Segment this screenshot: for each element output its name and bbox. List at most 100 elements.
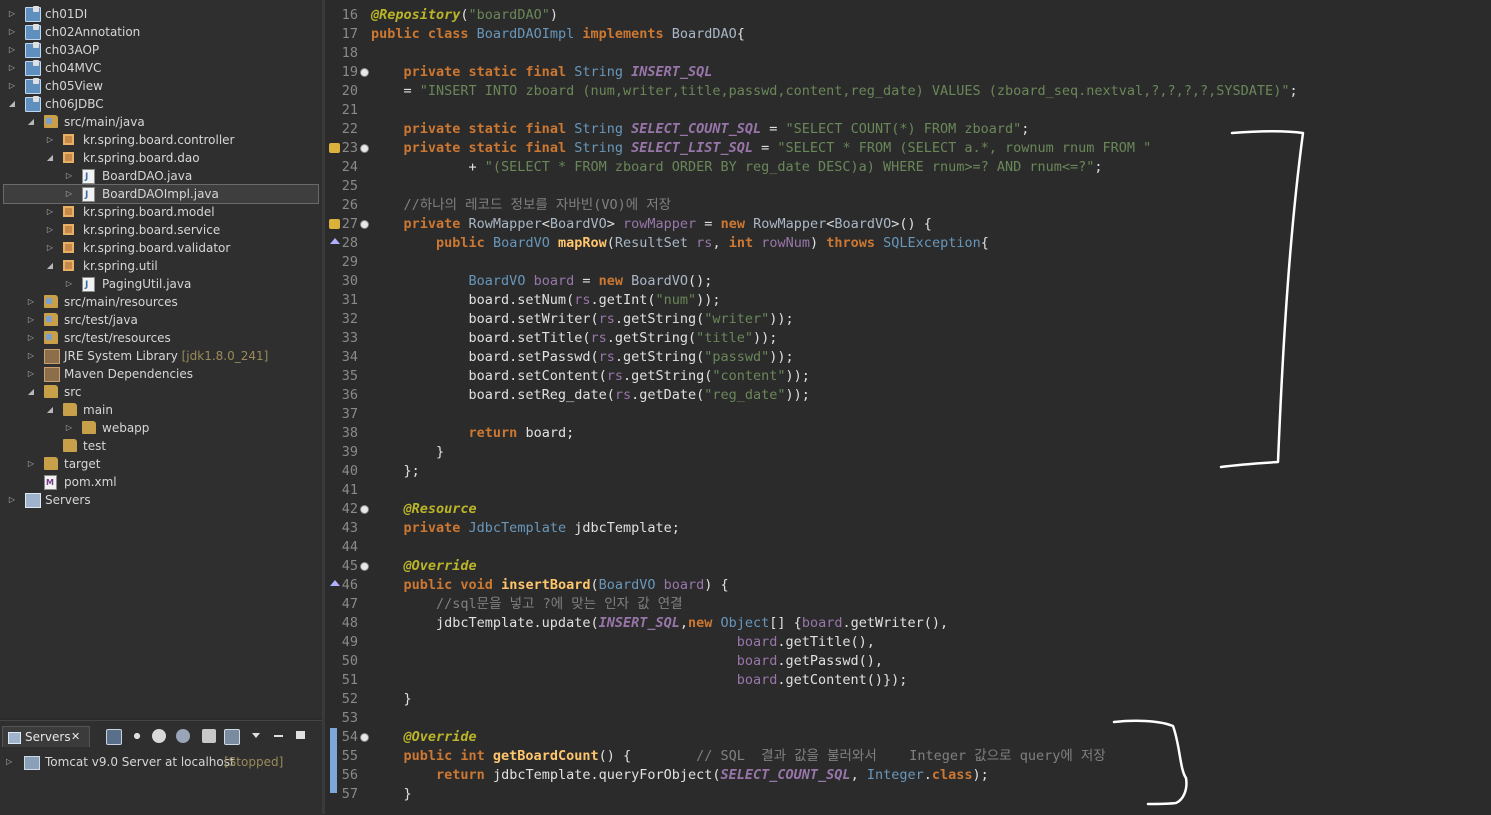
- servers-tab[interactable]: Servers ✕: [2, 726, 90, 747]
- close-icon[interactable]: ✕: [71, 727, 80, 747]
- code-line[interactable]: //sql문을 넣고 ?에 맞는 인자 값 연결: [371, 595, 683, 614]
- tree-item[interactable]: ▷ BoardDAOImpl.java: [3, 184, 319, 204]
- tree-item[interactable]: test: [0, 437, 322, 455]
- collapse-arrow-icon[interactable]: ◢: [44, 401, 56, 419]
- expand-arrow-icon[interactable]: ▷: [63, 185, 75, 203]
- code-line[interactable]: //하나의 레코드 정보를 자바빈(VO)에 저장: [371, 196, 672, 215]
- tree-item[interactable]: ▷ kr.spring.board.service: [0, 221, 322, 239]
- code-line[interactable]: private static final String SELECT_COUNT…: [371, 120, 1030, 139]
- expand-arrow-icon[interactable]: ▷: [6, 753, 12, 771]
- expand-arrow-icon[interactable]: ▷: [25, 347, 37, 365]
- tree-item[interactable]: ▷ BoardDAO.java: [0, 167, 322, 186]
- expand-arrow-icon[interactable]: ▷: [63, 419, 75, 437]
- tree-item[interactable]: ◢ kr.spring.board.dao: [0, 149, 322, 167]
- expand-arrow-icon[interactable]: ▷: [6, 59, 18, 77]
- tree-item[interactable]: ▷ ch05View: [0, 77, 322, 95]
- maximize-icon[interactable]: [296, 731, 305, 739]
- expand-arrow-icon[interactable]: ▷: [6, 5, 18, 23]
- expand-arrow-icon[interactable]: ▷: [6, 23, 18, 41]
- code-line[interactable]: board.setContent(rs.getString("content")…: [371, 367, 810, 386]
- expand-arrow-icon[interactable]: ▷: [44, 131, 56, 149]
- expand-arrow-icon[interactable]: ▷: [63, 275, 75, 293]
- code-line[interactable]: @Override: [371, 728, 477, 747]
- code-line[interactable]: = "INSERT INTO zboard (num,writer,title,…: [371, 82, 1298, 101]
- code-line[interactable]: board.getContent()});: [371, 671, 908, 690]
- code-line[interactable]: private static final String SELECT_LIST_…: [371, 139, 1152, 158]
- code-line[interactable]: private RowMapper<BoardVO> rowMapper = n…: [371, 215, 932, 234]
- code-line[interactable]: public int getBoardCount() { // SQL 결과 값…: [371, 747, 1106, 766]
- code-line[interactable]: board.getTitle(),: [371, 633, 875, 652]
- expand-arrow-icon[interactable]: ▷: [44, 203, 56, 221]
- tree-item[interactable]: ▷ ch02Annotation: [0, 23, 322, 41]
- fold-toggle-icon[interactable]: [360, 68, 369, 77]
- code-line[interactable]: board.setTitle(rs.getString("title"));: [371, 329, 778, 348]
- code-line[interactable]: private JdbcTemplate jdbcTemplate;: [371, 519, 680, 538]
- code-line[interactable]: public class BoardDAOImpl implements Boa…: [371, 25, 745, 44]
- collapse-arrow-icon[interactable]: ◢: [25, 383, 37, 401]
- expand-arrow-icon[interactable]: ▷: [6, 491, 18, 509]
- code-line[interactable]: board.setPasswd(rs.getString("passwd"));: [371, 348, 794, 367]
- tree-item[interactable]: ▷ Maven Dependencies: [0, 365, 322, 383]
- explorer-splitter[interactable]: [322, 0, 325, 814]
- tree-item[interactable]: ▷ kr.spring.board.validator: [0, 239, 322, 257]
- expand-arrow-icon[interactable]: ▷: [25, 311, 37, 329]
- code-editor[interactable]: 16 17 18 19 20 21 22 23 24 25 26 27 28 29 30 31 32 33 34 35…: [328, 0, 1491, 814]
- code-line[interactable]: @Override: [371, 557, 477, 576]
- tree-item[interactable]: ▷ kr.spring.board.controller: [0, 131, 322, 149]
- start-server-icon[interactable]: [152, 729, 166, 743]
- tree-item[interactable]: ◢ src: [0, 383, 322, 401]
- fold-toggle-icon[interactable]: [360, 562, 369, 571]
- code-line[interactable]: BoardVO board = new BoardVO();: [371, 272, 713, 291]
- expand-arrow-icon[interactable]: ▷: [6, 41, 18, 59]
- stop-server-icon[interactable]: [202, 729, 216, 743]
- tree-item[interactable]: ▷ src/main/resources: [0, 293, 322, 311]
- code-line[interactable]: + "(SELECT * FROM zboard ORDER BY reg_da…: [371, 158, 1103, 177]
- view-menu-icon[interactable]: [252, 733, 260, 738]
- tree-item[interactable]: ▷ ch03AOP: [0, 41, 322, 59]
- code-line[interactable]: @Repository("boardDAO"): [371, 6, 558, 25]
- expand-arrow-icon[interactable]: ▷: [44, 239, 56, 257]
- code-line[interactable]: }: [371, 690, 412, 709]
- code-line[interactable]: }: [371, 785, 412, 804]
- debug-icon[interactable]: [130, 729, 144, 743]
- tree-item[interactable]: ▷ webapp: [0, 419, 322, 437]
- code-line[interactable]: board.getPasswd(),: [371, 652, 883, 671]
- code-line[interactable]: return board;: [371, 424, 575, 443]
- code-line[interactable]: public BoardVO mapRow(ResultSet rs, int …: [371, 234, 989, 253]
- code-line[interactable]: private static final String INSERT_SQL: [371, 63, 713, 82]
- collapse-arrow-icon[interactable]: ◢: [6, 95, 18, 113]
- tree-item[interactable]: ▷ src/test/resources: [0, 329, 322, 347]
- expand-arrow-icon[interactable]: ▷: [63, 167, 75, 185]
- expand-arrow-icon[interactable]: ▷: [44, 221, 56, 239]
- tree-item[interactable]: ◢ kr.spring.util: [0, 257, 322, 275]
- tree-item[interactable]: ▷ src/test/java: [0, 311, 322, 329]
- code-line[interactable]: return jdbcTemplate.queryForObject(SELEC…: [371, 766, 989, 785]
- tree-item[interactable]: ▷ ch04MVC: [0, 59, 322, 77]
- tree-item[interactable]: ▷ JRE System Library [jdk1.8.0_241]: [0, 347, 322, 365]
- profile-icon[interactable]: [176, 729, 190, 743]
- expand-arrow-icon[interactable]: ▷: [25, 455, 37, 473]
- tree-item[interactable]: ◢ src/main/java: [0, 113, 322, 131]
- code-line[interactable]: public void insertBoard(BoardVO board) {: [371, 576, 729, 595]
- collapse-arrow-icon[interactable]: ◢: [44, 149, 56, 167]
- code-line[interactable]: board.setNum(rs.getInt("num"));: [371, 291, 721, 310]
- code-line[interactable]: }: [371, 443, 444, 462]
- expand-arrow-icon[interactable]: ▷: [6, 77, 18, 95]
- expand-arrow-icon[interactable]: ▷: [25, 293, 37, 311]
- fold-toggle-icon[interactable]: [360, 505, 369, 514]
- tree-item[interactable]: ▷ Servers: [0, 491, 322, 509]
- tree-item[interactable]: pom.xml: [0, 473, 322, 492]
- minimize-icon[interactable]: [274, 735, 283, 737]
- tree-item[interactable]: ▷ PagingUtil.java: [0, 275, 322, 294]
- expand-arrow-icon[interactable]: ▷: [25, 329, 37, 347]
- code-line[interactable]: board.setReg_date(rs.getDate("reg_date")…: [371, 386, 810, 405]
- publish-icon[interactable]: [224, 729, 240, 745]
- fold-toggle-icon[interactable]: [360, 733, 369, 742]
- tree-item[interactable]: ▷ kr.spring.board.model: [0, 203, 322, 221]
- expand-arrow-icon[interactable]: ▷: [25, 365, 37, 383]
- collapse-arrow-icon[interactable]: ◢: [25, 113, 37, 131]
- collapse-arrow-icon[interactable]: ◢: [44, 257, 56, 275]
- code-line[interactable]: };: [371, 462, 420, 481]
- tree-item[interactable]: ◢ ch06JDBC: [0, 95, 322, 113]
- code-line[interactable]: @Resource: [371, 500, 477, 519]
